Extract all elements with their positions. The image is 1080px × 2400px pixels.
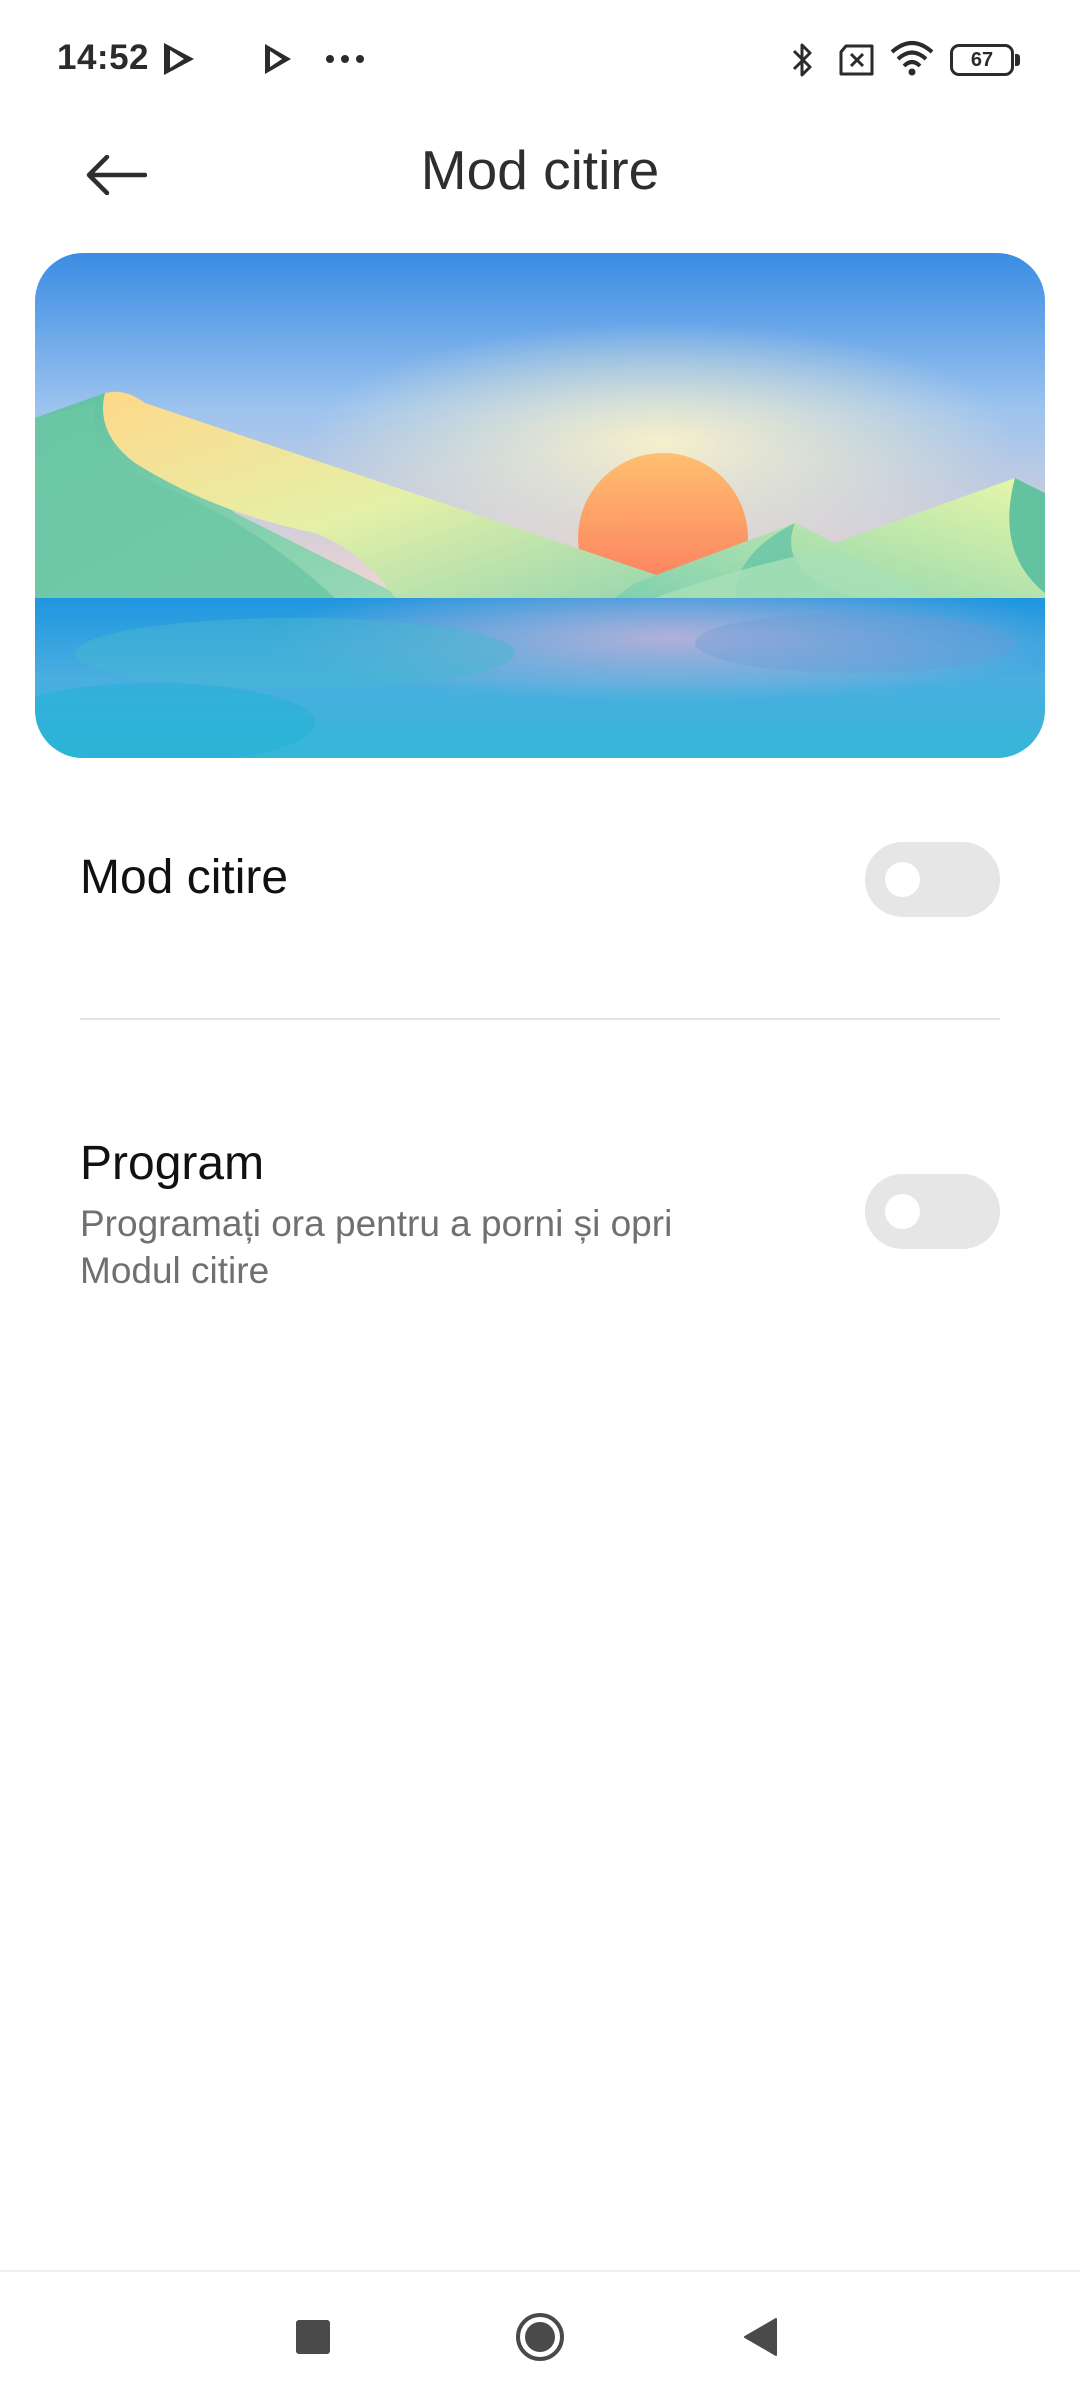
- battery-icon: 67: [950, 44, 1020, 76]
- status-time: 14:52: [57, 38, 150, 77]
- play-store-icon: [265, 44, 291, 74]
- no-sim-icon: [839, 44, 874, 76]
- navigation-bar: [0, 2270, 1080, 2400]
- toggle-knob: [885, 1194, 920, 1229]
- divider: [80, 1018, 1000, 1020]
- reading-mode-toggle[interactable]: [865, 842, 1000, 917]
- toggle-knob: [885, 862, 920, 897]
- bluetooth-icon: [792, 43, 812, 77]
- schedule-title: Program: [80, 1137, 265, 1190]
- page-title: Mod citire: [420, 139, 660, 201]
- status-bar: 14:52 67: [0, 0, 1080, 120]
- battery-level: 67: [970, 49, 994, 71]
- app-header: Mod citire: [0, 120, 1080, 230]
- reading-mode-screen: 14:52 67 Mod citire Mod citire Program P…: [0, 0, 1080, 2400]
- nav-back-button[interactable]: [720, 2297, 800, 2377]
- wifi-icon: [890, 41, 934, 76]
- reading-mode-illustration: [35, 253, 1045, 758]
- recents-square-icon: [296, 2320, 330, 2354]
- reading-mode-title: Mod citire: [80, 851, 289, 904]
- back-triangle-icon: [744, 2318, 777, 2356]
- more-dots-icon: [326, 55, 364, 63]
- reading-mode-row[interactable]: Mod citire: [0, 800, 1080, 960]
- schedule-toggle[interactable]: [865, 1174, 1000, 1249]
- schedule-row[interactable]: Program Programați ora pentru a porni și…: [0, 1120, 1080, 1320]
- home-circle-icon: [516, 2313, 564, 2361]
- recents-button[interactable]: [273, 2297, 353, 2377]
- schedule-subtitle: Programați ora pentru a porni și opri Mo…: [80, 1203, 673, 1291]
- home-button[interactable]: [500, 2297, 580, 2377]
- play-store-icon: [164, 43, 194, 75]
